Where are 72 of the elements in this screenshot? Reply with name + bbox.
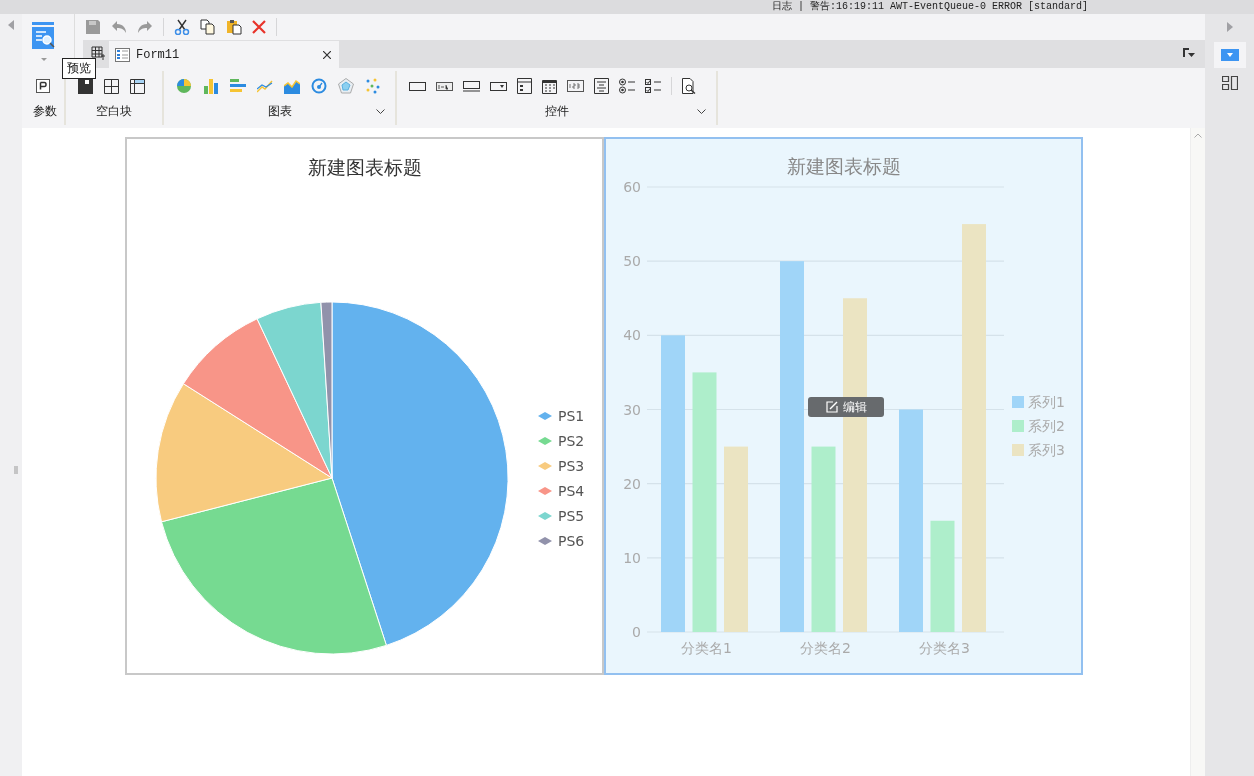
text-area-icon[interactable] <box>594 78 609 94</box>
chevron-down-icon[interactable] <box>697 109 706 114</box>
paste-icon[interactable] <box>226 19 242 35</box>
legend-label: 系列2 <box>1028 418 1065 434</box>
split-layout-icon[interactable] <box>104 78 119 94</box>
legend-label: PS1 <box>558 408 585 424</box>
axis-tick-label: 60 <box>623 182 641 195</box>
scatter-chart-icon[interactable] <box>365 78 381 94</box>
group-label: 控件 <box>544 103 569 120</box>
dropdown-icon <box>1220 49 1239 61</box>
textbox-icon[interactable] <box>409 80 426 92</box>
legend-label: PS4 <box>558 483 585 499</box>
resize-grip-icon[interactable] <box>14 466 18 474</box>
bar-chart-icon[interactable] <box>203 78 219 94</box>
group-label: 空白块 <box>96 103 132 120</box>
axis-tick-label: 20 <box>623 475 641 492</box>
copy-icon[interactable] <box>200 19 216 35</box>
number-field-icon[interactable] <box>567 80 584 92</box>
calendar-icon[interactable] <box>542 78 557 94</box>
chart-title: 新建图表标题 <box>307 155 422 180</box>
table-layout-icon[interactable] <box>130 78 145 94</box>
combo-box-icon[interactable] <box>490 80 507 92</box>
undo-icon[interactable] <box>111 20 127 34</box>
vertical-scrollbar[interactable] <box>1190 128 1205 776</box>
tooltip: 预览 <box>62 58 96 79</box>
legend-label: PS6 <box>558 533 585 549</box>
input-widget-icon[interactable] <box>463 80 480 92</box>
axis-tick-label: 50 <box>623 253 641 270</box>
line-chart-icon[interactable] <box>257 78 273 94</box>
layout-icon <box>1221 75 1238 91</box>
search-preview-icon[interactable] <box>682 78 696 94</box>
edit-icon <box>825 401 838 413</box>
axis-tick-label: 30 <box>623 401 641 418</box>
dropdown-caret-icon[interactable] <box>41 58 47 61</box>
parameter-icon[interactable] <box>36 79 50 93</box>
area-chart-icon[interactable] <box>284 78 300 94</box>
edit-button[interactable]: 编辑 <box>808 397 884 417</box>
pie-chart-icon[interactable] <box>176 78 192 94</box>
category-label: 分类名3 <box>919 640 970 656</box>
horizontal-bar-icon[interactable] <box>230 78 246 94</box>
legend-label: 系列1 <box>1028 394 1065 410</box>
checkbox-group-icon[interactable] <box>645 78 661 94</box>
radio-group-icon[interactable] <box>619 78 635 94</box>
legend-label: PS5 <box>558 508 585 524</box>
group-label: 参数 <box>33 103 57 120</box>
chart-card[interactable]: 新建图表标题 0 10 20 30 40 50 60 分类名1 分类名2 分类名3 系列1 系列2 系列3 编辑 <box>604 137 1083 675</box>
label-widget-icon[interactable] <box>436 80 453 92</box>
panel-widget-icon[interactable] <box>517 78 532 94</box>
chevron-down-icon[interactable] <box>376 109 385 114</box>
tab-menu-icon[interactable] <box>1183 48 1195 58</box>
category-label: 分类名1 <box>681 640 732 656</box>
preview-icon[interactable] <box>32 22 56 50</box>
delete-icon[interactable] <box>252 20 266 34</box>
axis-tick-label: 10 <box>623 549 641 566</box>
chart-card[interactable]: 新建图表标题 PS1 PS2 PS3 PS4 PS5 PS6 <box>125 137 604 675</box>
legend-label: PS3 <box>558 458 585 474</box>
log-message: 日志 | 警告:16:19:11 AWT-EventQueue-0 ERROR [standard] <box>771 0 1088 14</box>
legend-label: 系列3 <box>1028 442 1065 458</box>
group-label: 图表 <box>267 103 292 120</box>
save-icon[interactable] <box>85 19 101 35</box>
chart-title: 新建图表标题 <box>786 154 901 179</box>
axis-tick-label: 0 <box>632 624 641 640</box>
axis-tick-label: 40 <box>623 327 641 344</box>
redo-icon[interactable] <box>137 20 153 34</box>
close-icon[interactable] <box>323 50 331 59</box>
new-grid-icon[interactable] <box>91 46 105 60</box>
cut-icon[interactable] <box>174 19 190 35</box>
form-icon <box>115 47 130 62</box>
legend-label: PS2 <box>558 433 585 449</box>
category-label: 分类名2 <box>800 640 851 656</box>
gauge-icon[interactable] <box>311 78 327 94</box>
form-tab[interactable]: Form11 <box>109 41 339 68</box>
